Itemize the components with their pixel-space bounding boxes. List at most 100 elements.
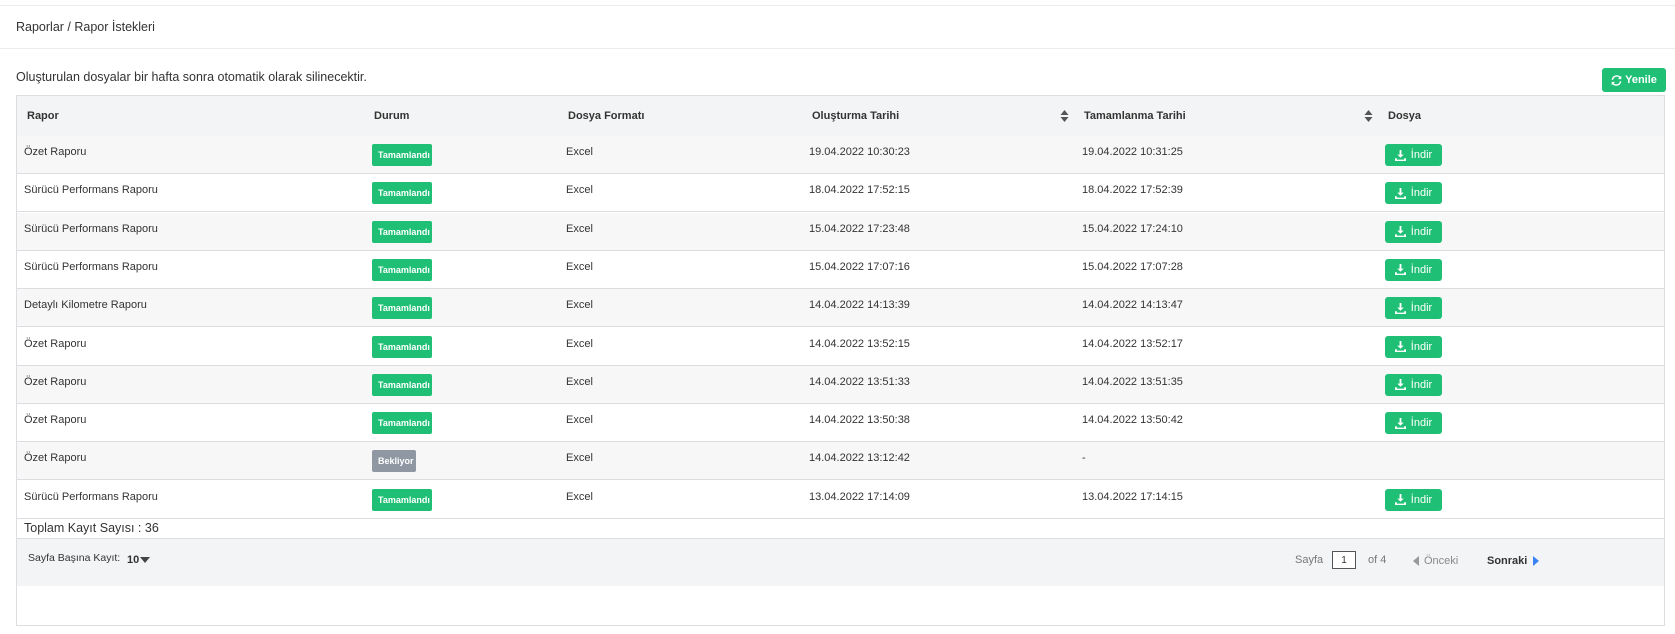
column-header-status: Durum [374, 110, 410, 122]
status-badge: Tamamlandı [372, 144, 432, 166]
previous-page-label: Önceki [1424, 555, 1459, 567]
table-row: Özet Raporu Tamamlandı Excel 14.04.2022 … [17, 365, 1664, 404]
file-format: Excel [566, 490, 593, 503]
report-name: Detaylı Kilometre Raporu [24, 299, 147, 312]
download-button[interactable]: İndir [1385, 258, 1442, 281]
table-header: Rapor Durum Dosya Formatı Oluşturma Tari… [17, 96, 1664, 137]
per-page-label: Sayfa Başına Kayıt: [28, 552, 121, 564]
column-header-report: Rapor [27, 110, 59, 122]
completed-date: 19.04.2022 10:31:25 [1082, 146, 1183, 158]
created-date: 14.04.2022 13:51:33 [809, 375, 910, 388]
total-records: Toplam Kayıt Sayısı : 36 [24, 521, 159, 535]
completed-date: 15.04.2022 17:24:10 [1082, 222, 1183, 235]
table-row: Sürücü Performans Raporu Tamamlandı Exce… [17, 480, 1664, 519]
download-icon [1394, 379, 1406, 391]
status-badge: Tamamlandı [372, 182, 432, 205]
table-row: Özet Raporu Bekliyor Excel 14.04.2022 13… [17, 442, 1664, 481]
created-date: 14.04.2022 13:52:15 [809, 337, 910, 350]
report-requests-table: Rapor Durum Dosya Formatı Oluşturma Tari… [16, 95, 1665, 626]
report-name: Özet Raporu [24, 375, 87, 388]
page-label: Sayfa [1295, 554, 1324, 566]
refresh-button[interactable]: Yenile [1602, 68, 1666, 92]
table-row: Özet Raporu Tamamlandı Excel 14.04.2022 … [17, 327, 1664, 366]
completed-date: 14.04.2022 13:50:42 [1082, 414, 1183, 427]
download-label: İndir [1410, 417, 1433, 430]
per-page-select[interactable]: 10 [127, 554, 151, 566]
download-label: İndir [1410, 378, 1433, 391]
header-divider [0, 48, 1675, 49]
sort-icon[interactable] [1364, 109, 1373, 123]
column-header-format: Dosya Formatı [568, 110, 645, 122]
report-name: Özet Raporu [24, 414, 87, 427]
download-button[interactable]: İndir [1385, 373, 1442, 396]
download-icon [1394, 417, 1406, 429]
download-label: İndir [1410, 149, 1433, 161]
download-label: İndir [1410, 302, 1433, 315]
column-header-created[interactable]: Oluşturma Tarihi [812, 96, 899, 136]
completed-date: 13.04.2022 17:14:15 [1082, 490, 1183, 503]
download-button[interactable]: İndir [1385, 488, 1442, 511]
download-label: İndir [1410, 263, 1433, 276]
created-date: 14.04.2022 13:12:42 [809, 452, 910, 465]
table-row: Sürücü Performans Raporu Tamamlandı Exce… [17, 250, 1664, 289]
auto-delete-notice: Oluşturulan dosyalar bir hafta sonra oto… [16, 70, 367, 84]
column-header-file: Dosya [1388, 110, 1422, 122]
caret-down-icon [140, 557, 151, 563]
download-icon [1394, 494, 1406, 506]
pagination-bar: Sayfa Başına Kayıt: 10 Sayfa 1 of 4 Önce… [17, 538, 1664, 586]
download-label: İndir [1410, 493, 1433, 506]
per-page-value: 10 [127, 554, 140, 566]
file-format: Excel [566, 337, 593, 350]
completed-date: 14.04.2022 13:52:17 [1082, 337, 1183, 350]
completed-date: 15.04.2022 17:07:28 [1082, 260, 1183, 273]
table-row: Sürücü Performans Raporu Tamamlandı Exce… [17, 174, 1664, 213]
page-count: of 4 [1368, 554, 1387, 566]
caret-right-icon [1533, 556, 1540, 566]
download-button[interactable]: İndir [1385, 335, 1442, 358]
download-label: İndir [1410, 340, 1433, 353]
next-page-label: Sonraki [1487, 555, 1528, 567]
download-button[interactable]: İndir [1385, 144, 1442, 166]
status-badge: Tamamlandı [372, 335, 432, 358]
report-name: Özet Raporu [24, 452, 87, 465]
status-badge: Bekliyor [372, 450, 416, 473]
sort-icon[interactable] [1060, 109, 1069, 123]
report-name: Sürücü Performans Raporu [24, 222, 158, 235]
file-format: Excel [566, 260, 593, 273]
download-button[interactable]: İndir [1385, 297, 1442, 320]
created-date: 19.04.2022 10:30:23 [809, 146, 910, 158]
completed-date: 14.04.2022 13:51:35 [1082, 375, 1183, 388]
completed-date: 18.04.2022 17:52:39 [1082, 184, 1183, 197]
download-label: İndir [1410, 187, 1433, 200]
file-format: Excel [566, 375, 593, 388]
download-icon [1394, 149, 1406, 161]
previous-page-button[interactable]: Önceki [1413, 555, 1458, 567]
status-badge: Tamamlandı [372, 488, 432, 511]
report-name: Özet Raporu [24, 146, 87, 158]
next-page-button[interactable]: Sonraki [1487, 555, 1540, 567]
file-format: Excel [566, 414, 593, 427]
status-badge: Tamamlandı [372, 412, 432, 435]
file-format: Excel [566, 222, 593, 235]
status-badge: Tamamlandı [372, 220, 432, 243]
status-badge: Tamamlandı [372, 297, 432, 320]
top-divider [0, 5, 1675, 6]
created-date: 15.04.2022 17:23:48 [809, 222, 910, 235]
download-icon [1394, 187, 1406, 199]
table-row: Detaylı Kilometre Raporu Tamamlandı Exce… [17, 289, 1664, 328]
status-badge: Tamamlandı [372, 258, 432, 281]
table-row: Özet Raporu Tamamlandı Excel 19.04.2022 … [17, 136, 1664, 174]
download-button[interactable]: İndir [1385, 412, 1442, 435]
download-icon [1394, 302, 1406, 314]
download-label: İndir [1410, 225, 1433, 238]
refresh-icon [1611, 74, 1622, 86]
download-button[interactable]: İndir [1385, 182, 1442, 205]
download-button[interactable]: İndir [1385, 220, 1442, 243]
completed-date: - [1082, 452, 1086, 465]
column-header-completed[interactable]: Tamamlanma Tarihi [1084, 96, 1186, 136]
file-format: Excel [566, 184, 593, 197]
report-name: Sürücü Performans Raporu [24, 184, 158, 197]
report-name: Özet Raporu [24, 337, 87, 350]
page-number-input[interactable]: 1 [1332, 551, 1356, 569]
created-date: 14.04.2022 13:50:38 [809, 414, 910, 427]
